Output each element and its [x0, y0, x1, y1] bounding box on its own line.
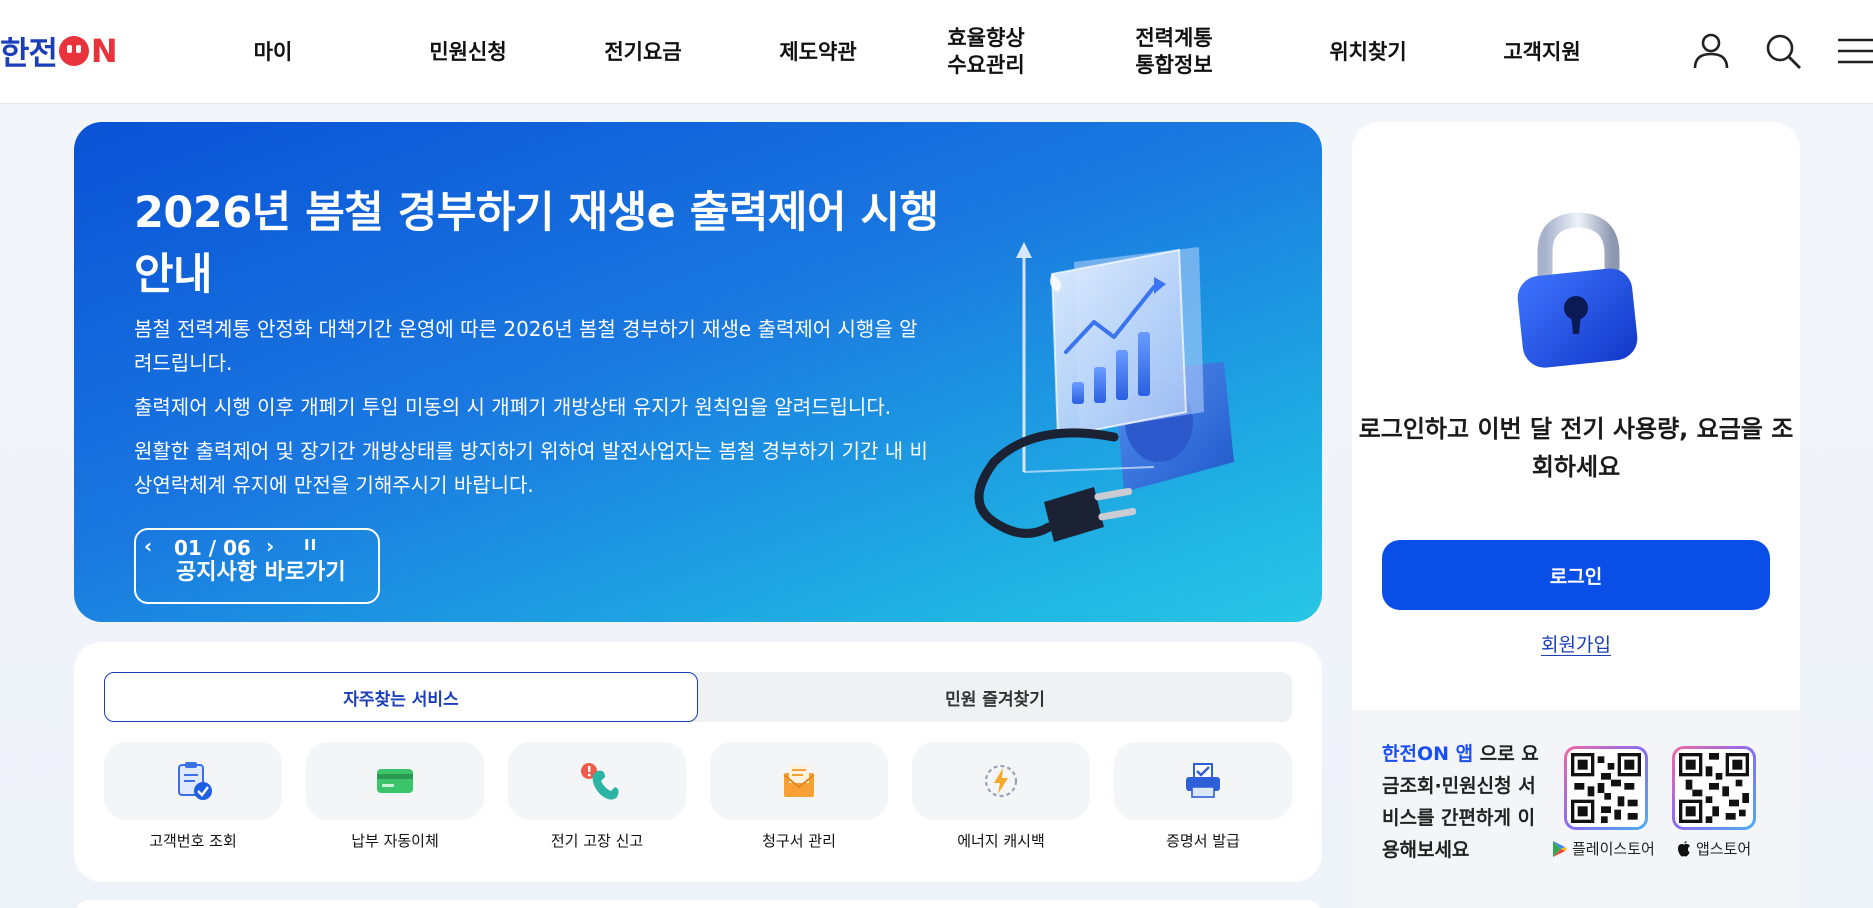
- appstore-qr-code[interactable]: [1672, 746, 1756, 830]
- service-label: 납부 자동이체: [351, 832, 439, 850]
- nav-my[interactable]: 마이: [230, 0, 316, 104]
- user-icon[interactable]: [1690, 30, 1732, 72]
- app-promo-text: 한전ON 앱 으로 요금조회·민원신청 서비스를 간편하게 이용해보세요: [1382, 738, 1552, 866]
- nav-electric-rates[interactable]: 전기요금: [585, 0, 701, 104]
- lock-icon: [1517, 212, 1638, 368]
- kepco-on-logo[interactable]: 한전 N: [0, 32, 118, 72]
- banner-pause-button[interactable]: II: [304, 536, 317, 554]
- site-header: 한전 N 마이 민원신청 전기요금 제도약관 효율향상 수요관리 전력계통 통합…: [0, 0, 1873, 104]
- logo-o-face-icon: [58, 36, 89, 66]
- nav-location[interactable]: 위치찾기: [1310, 0, 1426, 104]
- nav-civil-request[interactable]: 민원신청: [410, 0, 526, 104]
- service-tabs: 자주찾는 서비스 민원 즐겨찾기: [104, 672, 1292, 722]
- envelope-icon: [710, 742, 888, 820]
- service-label: 청구서 관리: [762, 832, 836, 850]
- service-energy-cashback[interactable]: 에너지 캐시백: [912, 742, 1090, 851]
- menu-icon[interactable]: [1834, 30, 1873, 72]
- nav-efficiency-demand[interactable]: 효율향상 수요관리: [930, 0, 1042, 104]
- playstore-label: 플레이스토어: [1572, 840, 1655, 858]
- appstore-link[interactable]: 앱스토어: [1676, 838, 1751, 859]
- banner-desc-3: 원활한 출력제어 및 장기간 개방상태를 방지하기 위하여 발전사업자는 봄철 …: [134, 439, 928, 497]
- appstore-label: 앱스토어: [1696, 840, 1752, 858]
- printer-icon: [1114, 742, 1292, 820]
- clipboard-check-icon: [104, 742, 282, 820]
- banner-title: 2026년 봄철 경부하기 재생e 출력제어 시행 안내: [134, 188, 939, 300]
- playstore-link[interactable]: 플레이스토어: [1552, 838, 1655, 859]
- service-fault-report[interactable]: 전기 고장 신고: [508, 742, 686, 851]
- service-label: 고객번호 조회: [149, 832, 237, 850]
- service-bill-management[interactable]: 청구서 관리: [710, 742, 888, 851]
- notice-shortcut-link[interactable]: 공지사항 바로가기: [176, 554, 346, 586]
- service-label: 에너지 캐시백: [957, 832, 1045, 850]
- service-auto-payment[interactable]: 납부 자동이체: [306, 742, 484, 851]
- login-button[interactable]: 로그인: [1382, 540, 1770, 610]
- nav-grid-info[interactable]: 전력계통 통합정보: [1118, 0, 1230, 104]
- services-card: 자주찾는 서비스 민원 즐겨찾기 고객번호 조회 납부 자동이체 전기 고장 신…: [74, 642, 1322, 882]
- logo-on-mark: N: [58, 32, 118, 70]
- banner-controls: ‹ 01 / 06 › II 공지사항 바로가기: [134, 528, 380, 604]
- apple-icon: [1678, 840, 1690, 857]
- nav-customer-support[interactable]: 고객지원: [1484, 0, 1600, 104]
- app-promo: 한전ON 앱 으로 요금조회·민원신청 서비스를 간편하게 이용해보세요 플레이…: [1352, 710, 1800, 908]
- app-name: 한전ON 앱: [1382, 743, 1474, 765]
- signup-link[interactable]: 회원가입: [1352, 630, 1800, 657]
- google-play-icon: [1553, 840, 1567, 857]
- energy-cashback-icon: [912, 742, 1090, 820]
- banner-desc-1: 봄철 전력계통 안정화 대책기간 운영에 따른 2026년 봄철 경부하기 재생…: [134, 317, 918, 375]
- main-banner[interactable]: 2026년 봄철 경부하기 재생e 출력제어 시행 안내 봄철 전력계통 안정화…: [74, 122, 1322, 622]
- tab-frequent-services[interactable]: 자주찾는 서비스: [104, 672, 698, 722]
- card-icon: [306, 742, 484, 820]
- banner-desc-2: 출력제어 시행 이후 개폐기 투입 미동의 시 개폐기 개방상태 유지가 원칙임…: [134, 395, 892, 419]
- logo-n: N: [90, 32, 118, 70]
- login-prompt: 로그인하고 이번 달 전기 사용량, 요금을 조회하세요: [1358, 415, 1794, 481]
- phone-alert-icon: [508, 742, 686, 820]
- nav-policy-terms[interactable]: 제도약관: [760, 0, 876, 104]
- tab-civil-favorites[interactable]: 민원 즐겨찾기: [698, 672, 1292, 722]
- next-section-card: [74, 900, 1322, 908]
- playstore-qr-code[interactable]: [1564, 746, 1648, 830]
- banner-prev-button[interactable]: ‹: [144, 534, 152, 558]
- search-icon[interactable]: [1762, 30, 1804, 72]
- service-customer-number[interactable]: 고객번호 조회: [104, 742, 282, 851]
- login-panel: 로그인하고 이번 달 전기 사용량, 요금을 조회하세요 로그인 회원가입 한전…: [1352, 122, 1800, 908]
- service-certificate[interactable]: 증명서 발급: [1114, 742, 1292, 851]
- logo-text: 한전: [0, 34, 58, 72]
- service-label: 증명서 발급: [1166, 832, 1240, 850]
- service-label: 전기 고장 신고: [550, 832, 644, 850]
- chart-plug-illustration: [974, 242, 1234, 542]
